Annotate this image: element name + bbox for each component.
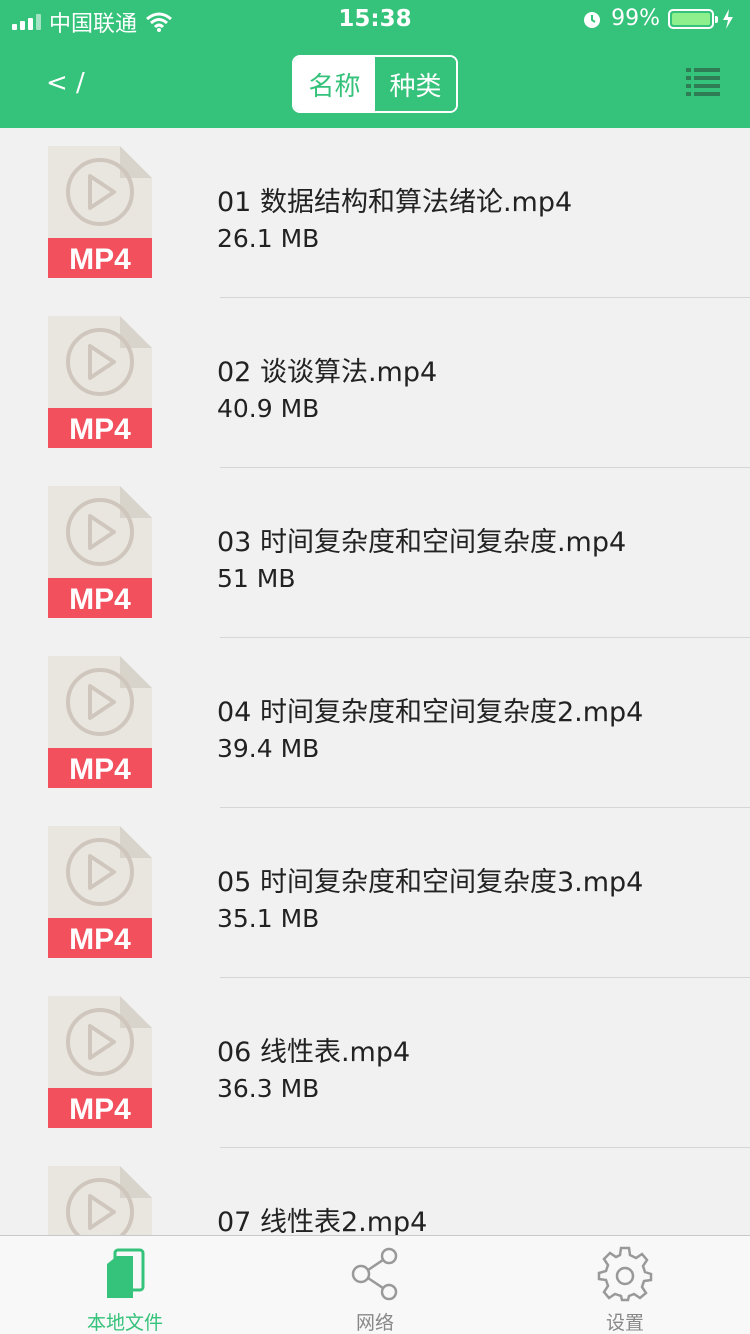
tab-label: 网络 [355, 1312, 394, 1334]
file-name: 02 谈谈算法.mp4 [217, 357, 438, 388]
navigation-bar: < / 名称 种类 [0, 40, 750, 128]
share-network-icon [351, 1247, 398, 1301]
file-list-item[interactable]: MP4 02 谈谈算法.mp4 40.9 MB [0, 298, 750, 468]
file-size: 36.3 MB [217, 1074, 320, 1103]
battery-icon [668, 8, 718, 29]
segment-sort-by-type[interactable]: 种类 [375, 57, 456, 111]
file-list-item[interactable]: MP4 04 时间复杂度和空间复杂度2.mp4 39.4 MB [0, 638, 750, 808]
mp4-file-icon: MP4 [48, 656, 152, 788]
mp4-badge-label: MP4 [69, 753, 131, 786]
tab-label: 本地文件 [86, 1312, 163, 1334]
segment-sort-by-name[interactable]: 名称 [294, 57, 375, 111]
mp4-badge-label: MP4 [69, 1093, 131, 1126]
tab-settings[interactable]: 设置 [500, 1236, 750, 1334]
mp4-badge-label: MP4 [69, 243, 131, 276]
list-view-icon[interactable] [686, 66, 720, 98]
file-list: MP4 01 数据结构和算法绪论.mp4 26.1 MB MP4 02 谈谈算法.mp4… [0, 128, 750, 1235]
file-size: 40.9 MB [217, 394, 320, 423]
sort-segmented-control: 名称 种类 [292, 55, 458, 113]
file-list-item[interactable]: MP4 03 时间复杂度和空间复杂度.mp4 51 MB [0, 468, 750, 638]
file-list-item[interactable]: MP4 01 数据结构和算法绪论.mp4 26.1 MB [0, 128, 750, 298]
mp4-file-icon: MP4 [48, 826, 152, 958]
mp4-badge-label: MP4 [69, 413, 131, 446]
file-list-item[interactable]: MP4 06 线性表.mp4 36.3 MB [0, 978, 750, 1148]
mp4-file-icon: MP4 [48, 996, 152, 1128]
status-bar: 中国联通 15:38 99% [0, 0, 750, 40]
mp4-file-icon: MP4 [48, 486, 152, 618]
charging-icon [723, 8, 733, 29]
battery-percent: 99% [611, 6, 660, 31]
tab-local-files[interactable]: 本地文件 [0, 1236, 250, 1334]
file-size: 39.4 MB [217, 734, 320, 763]
file-name: 06 线性表.mp4 [217, 1037, 411, 1068]
file-list-item[interactable]: MP4 07 线性表2.mp4 [0, 1148, 750, 1235]
back-path-button[interactable]: < / [46, 68, 85, 98]
mp4-badge-label: MP4 [69, 923, 131, 956]
mp4-badge-label: MP4 [69, 583, 131, 616]
status-right: 99% [581, 6, 734, 31]
file-size: 35.1 MB [217, 904, 320, 933]
file-size: 51 MB [217, 564, 296, 593]
file-name: 03 时间复杂度和空间复杂度.mp4 [217, 527, 627, 558]
tab-network[interactable]: 网络 [250, 1236, 500, 1334]
file-name: 07 线性表2.mp4 [217, 1207, 428, 1235]
file-size: 26.1 MB [217, 224, 320, 253]
mp4-file-icon: MP4 [48, 146, 152, 278]
file-name: 01 数据结构和算法绪论.mp4 [217, 187, 573, 218]
file-list-item[interactable]: MP4 05 时间复杂度和空间复杂度3.mp4 35.1 MB [0, 808, 750, 978]
tab-bar: 本地文件 网络 设置 [0, 1235, 750, 1334]
file-name: 05 时间复杂度和空间复杂度3.mp4 [217, 867, 644, 898]
file-name: 04 时间复杂度和空间复杂度2.mp4 [217, 697, 644, 728]
local-files-icon [107, 1248, 145, 1298]
settings-gear-icon [597, 1246, 653, 1302]
mp4-file-icon: MP4 [48, 1166, 152, 1235]
tab-label: 设置 [605, 1312, 644, 1334]
mp4-file-icon: MP4 [48, 316, 152, 448]
alarm-icon [584, 11, 601, 28]
